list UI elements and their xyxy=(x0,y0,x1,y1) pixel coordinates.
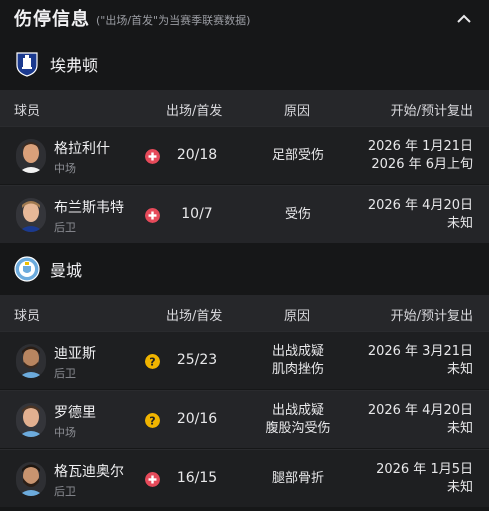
player-avatar xyxy=(16,198,46,232)
player-avatar xyxy=(16,403,46,437)
injury-section-header: 伤停信息 ("出场/首发"为当赛季联赛数据) xyxy=(0,0,489,36)
col-reason: 原因 xyxy=(284,309,311,324)
team-name: 埃弗顿 xyxy=(50,56,99,75)
player-name: 罗德里 xyxy=(54,405,96,421)
reason-line: 出战成疑 xyxy=(271,344,324,359)
player-position: 中场 xyxy=(54,426,76,439)
player-row[interactable]: 布兰斯韦特 后卫 10/7 受伤 2026 年 4月20日 未知 xyxy=(0,185,489,243)
player-position: 中场 xyxy=(54,162,76,175)
player-row[interactable]: 格瓦迪奥尔 后卫 16/15 腿部骨折 2026 年 1月5日 未知 xyxy=(0,449,489,507)
reason-line: 肌肉挫伤 xyxy=(271,362,324,377)
col-apps: 出场/首发 xyxy=(166,309,223,324)
column-header-row: 球员 出场/首发 原因 开始/预计复出 xyxy=(0,90,489,126)
player-avatar xyxy=(16,139,46,173)
col-apps: 出场/首发 xyxy=(166,104,223,119)
injury-reason: 腿部骨折 xyxy=(252,470,344,488)
svg-text:?: ? xyxy=(149,356,155,369)
injury-cross-icon xyxy=(145,208,160,223)
apps-value: 25/23 xyxy=(176,352,218,368)
section-subtitle: ("出场/首发"为当赛季联赛数据) xyxy=(96,13,251,27)
return-date: 2026 年 6月上旬 xyxy=(371,157,473,172)
player-avatar xyxy=(16,462,46,496)
col-dates: 开始/预计复出 xyxy=(390,104,473,119)
apps-value: 10/7 xyxy=(181,206,213,222)
start-date: 2026 年 1月21日 xyxy=(367,139,473,154)
player-row[interactable]: 迪亚斯 后卫 ? 25/23 出战成疑 肌肉挫伤 2026 年 3月21日 未知 xyxy=(0,331,489,389)
player-avatar xyxy=(16,344,46,378)
injury-dates: 2026 年 1月21日 2026 年 6月上旬 xyxy=(368,138,473,174)
return-date: 未知 xyxy=(446,480,473,495)
start-date: 2026 年 3月21日 xyxy=(367,344,473,359)
injury-reason: 出战成疑 肌肉挫伤 xyxy=(252,343,344,379)
everton-crest-icon xyxy=(16,52,38,77)
section-title: 伤停信息 xyxy=(14,9,90,30)
col-dates: 开始/预计复出 xyxy=(390,309,473,324)
return-date: 未知 xyxy=(446,362,473,377)
collapse-button[interactable] xyxy=(455,9,473,27)
col-player: 球员 xyxy=(14,309,41,324)
reason-line: 受伤 xyxy=(284,207,311,222)
injury-cross-icon xyxy=(145,472,160,487)
player-position: 后卫 xyxy=(54,221,76,234)
injury-reason: 受伤 xyxy=(252,206,344,224)
player-row[interactable]: 格拉利什 中场 20/18 足部受伤 2026 年 1月21日 2026 年 6… xyxy=(0,126,489,184)
injury-dates: 2026 年 1月5日 未知 xyxy=(376,461,473,497)
col-reason: 原因 xyxy=(284,104,311,119)
doubtful-question-icon: ? xyxy=(145,354,160,369)
apps-value: 16/15 xyxy=(176,470,218,486)
reason-line: 出战成疑 xyxy=(271,403,324,418)
player-name: 格瓦迪奥尔 xyxy=(54,464,124,480)
team-header-man-city: 曼城 xyxy=(0,247,489,291)
chevron-up-icon xyxy=(457,14,471,23)
doubtful-question-icon: ? xyxy=(145,413,160,428)
injury-reason: 出战成疑 腹股沟受伤 xyxy=(252,402,344,438)
injury-reason: 足部受伤 xyxy=(252,147,344,165)
svg-text:?: ? xyxy=(149,415,155,428)
injury-dates: 2026 年 3月21日 未知 xyxy=(368,343,473,379)
reason-line: 腿部骨折 xyxy=(271,471,324,486)
reason-line: 腹股沟受伤 xyxy=(265,421,331,436)
start-date: 2026 年 1月5日 xyxy=(376,462,473,477)
apps-value: 20/16 xyxy=(176,411,218,427)
team-name: 曼城 xyxy=(50,261,83,280)
col-player: 球员 xyxy=(14,104,41,119)
injury-dates: 2026 年 4月20日 未知 xyxy=(368,197,473,233)
man-city-crest-icon xyxy=(14,256,40,282)
player-name: 迪亚斯 xyxy=(54,346,96,362)
player-name: 布兰斯韦特 xyxy=(54,200,124,216)
start-date: 2026 年 4月20日 xyxy=(367,403,473,418)
player-position: 后卫 xyxy=(54,367,76,380)
apps-value: 20/18 xyxy=(176,147,218,163)
injury-dates: 2026 年 4月20日 未知 xyxy=(368,402,473,438)
column-header-row: 球员 出场/首发 原因 开始/预计复出 xyxy=(0,295,489,331)
player-name: 格拉利什 xyxy=(54,141,110,157)
injury-cross-icon xyxy=(145,149,160,164)
player-row[interactable]: 罗德里 中场 ? 20/16 出战成疑 腹股沟受伤 2026 年 4月20日 未… xyxy=(0,390,489,448)
return-date: 未知 xyxy=(446,421,473,436)
team-header-everton: 埃弗顿 xyxy=(0,42,489,86)
start-date: 2026 年 4月20日 xyxy=(367,198,473,213)
reason-line: 足部受伤 xyxy=(271,148,324,163)
player-position: 后卫 xyxy=(54,485,76,498)
return-date: 未知 xyxy=(446,216,473,231)
